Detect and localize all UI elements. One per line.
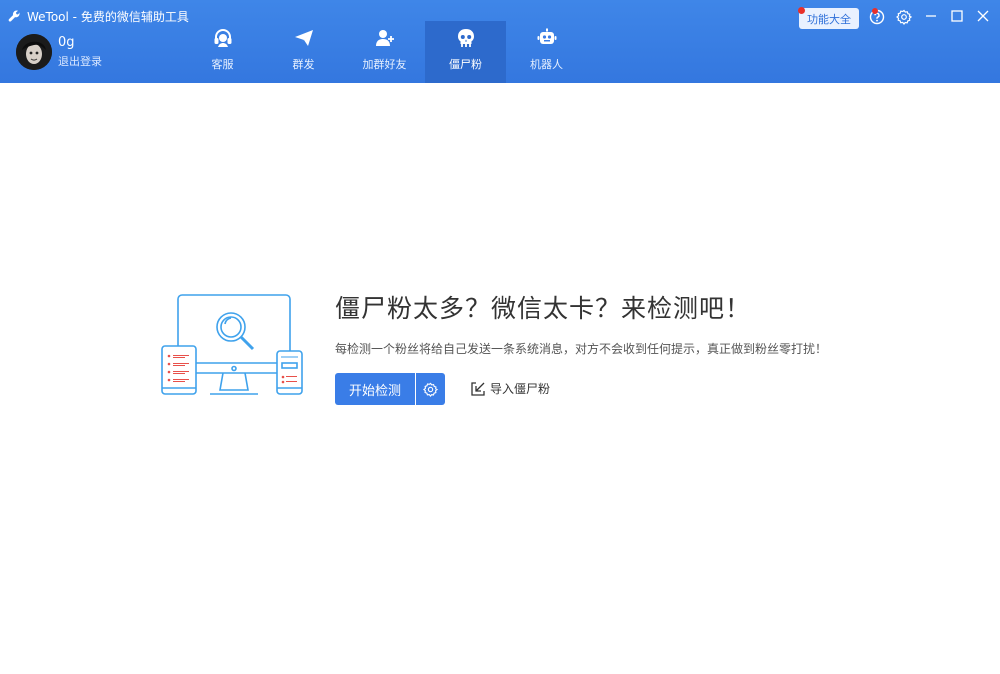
tab-zombie-fans[interactable]: 僵尸粉: [425, 21, 506, 83]
tab-label: 加群好友: [362, 58, 407, 71]
avatar[interactable]: [16, 34, 52, 70]
device-detection-illustration: [160, 294, 306, 402]
maximize-icon: [951, 10, 963, 22]
minimize-icon: [926, 15, 936, 17]
skull-icon: [457, 29, 474, 47]
logout-link[interactable]: 退出登录: [58, 55, 102, 69]
page-headline: 僵尸粉太多？微信太卡？来检测吧！: [335, 294, 752, 323]
window-title: WeTool - 免费的微信辅助工具: [27, 9, 189, 24]
tab-label: 僵尸粉: [449, 58, 482, 71]
page-description: 每检测一个粉丝将给自己发送一条系统消息，对方不会收到任何提示，真正做到粉丝零打扰…: [335, 342, 828, 356]
tab-label: 群发: [292, 58, 315, 71]
gear-icon: [423, 382, 438, 397]
main-nav: 客服 群发 加群好友 僵尸粉 机器人: [182, 21, 587, 83]
wrench-icon: [8, 10, 20, 22]
tab-mass-send[interactable]: 群发: [263, 21, 344, 83]
tab-robot[interactable]: 机器人: [506, 21, 587, 83]
user-name: 0g: [58, 35, 75, 50]
add-user-icon: [375, 30, 394, 46]
robot-icon: [537, 28, 556, 44]
user-panel: 0g 退出登录: [16, 34, 102, 70]
settings-button[interactable]: [895, 8, 913, 26]
notification-dot: [872, 8, 878, 14]
detection-settings-button[interactable]: [416, 373, 445, 405]
close-button[interactable]: [975, 8, 991, 24]
import-icon: [471, 381, 485, 396]
headset-icon: [214, 29, 231, 47]
all-features-button[interactable]: 功能大全: [799, 8, 859, 29]
start-detection-button[interactable]: 开始检测: [335, 373, 415, 405]
maximize-button[interactable]: [949, 8, 965, 24]
paper-plane-icon: [294, 30, 313, 46]
gear-icon: [896, 9, 912, 25]
close-icon: [977, 10, 989, 22]
tab-label: 客服: [211, 58, 234, 71]
tab-label: 机器人: [530, 58, 563, 71]
tab-add-friends[interactable]: 加群好友: [344, 21, 425, 83]
notification-dot: [798, 7, 805, 14]
app-header: WeTool - 免费的微信辅助工具 0g 退出登录 客服 群发 加群好友 僵尸…: [0, 0, 1000, 83]
minimize-button[interactable]: [923, 8, 939, 24]
devices-magnifier-icon: [161, 294, 303, 395]
import-zombie-fans-link[interactable]: 导入僵尸粉: [470, 380, 550, 397]
title-bar: WeTool - 免费的微信辅助工具: [8, 7, 189, 25]
tab-customer-service[interactable]: 客服: [182, 21, 263, 83]
import-link-label: 导入僵尸粉: [490, 382, 551, 396]
